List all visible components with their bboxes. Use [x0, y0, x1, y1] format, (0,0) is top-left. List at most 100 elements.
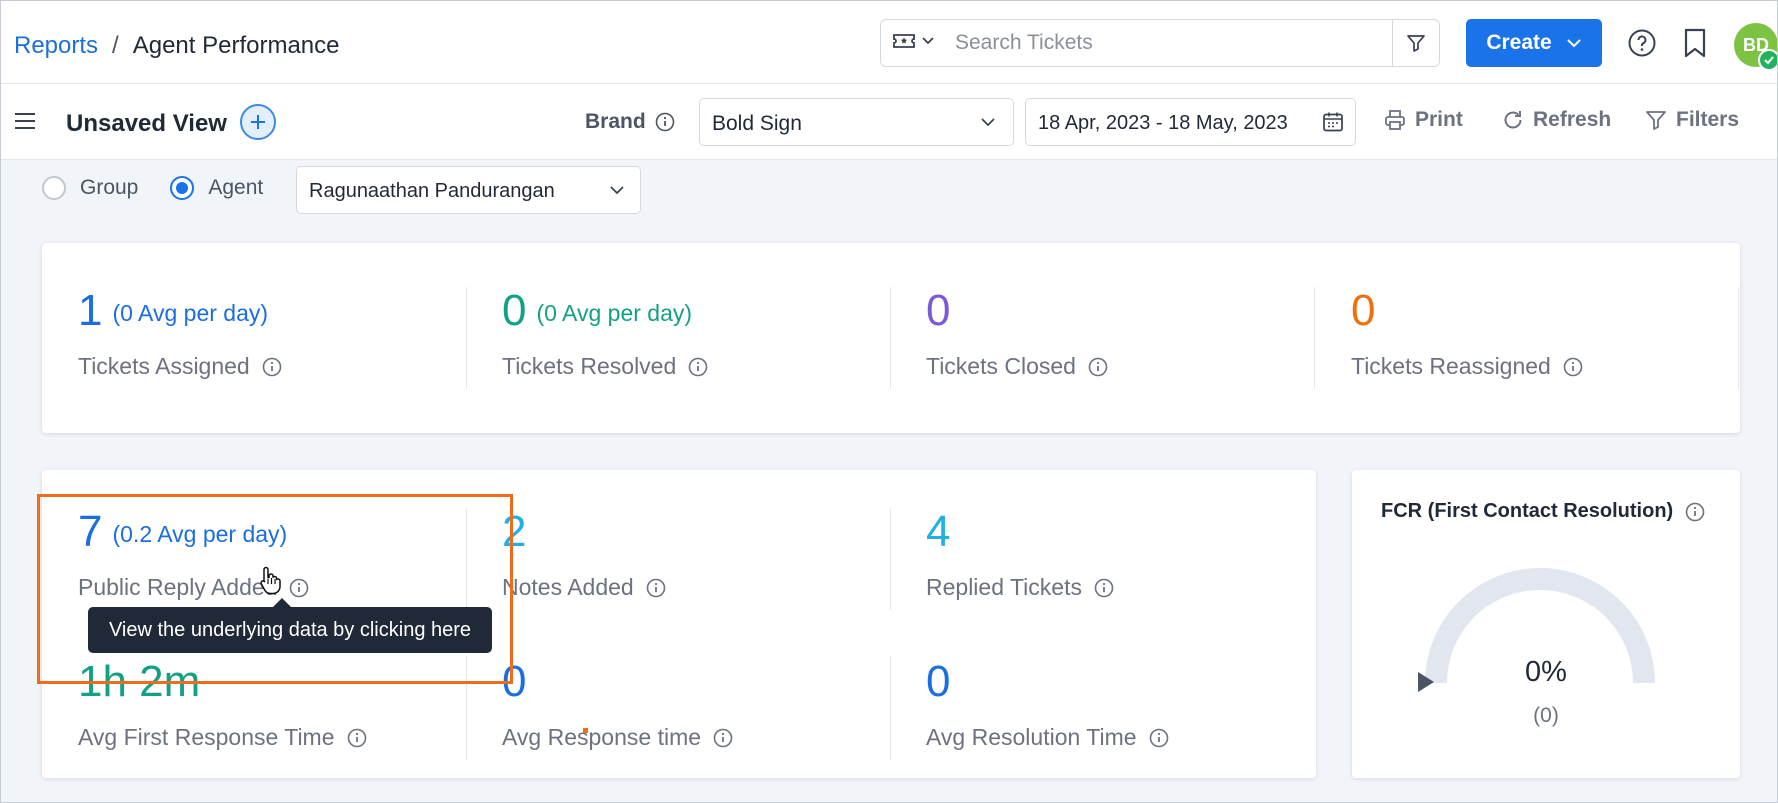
metric-tickets-reassigned[interactable]: 0 Tickets Reassigned — [1351, 289, 1583, 380]
bookmark-button[interactable] — [1683, 28, 1707, 63]
divider — [890, 508, 891, 610]
menu-button[interactable] — [14, 111, 36, 136]
metric-label-row: Tickets Closed — [926, 353, 1108, 380]
create-button-label: Create — [1486, 31, 1552, 54]
metric-value: 4 — [926, 507, 951, 556]
search-divider — [1392, 20, 1393, 66]
refresh-button[interactable]: Refresh — [1502, 108, 1611, 132]
metric-avg-resolution-time[interactable]: 0 Avg Resolution Time — [926, 660, 1169, 751]
metric-avg: (0 Avg per day) — [536, 300, 693, 326]
metric-value: 0 — [1351, 286, 1376, 335]
info-icon[interactable] — [713, 728, 733, 748]
ticket-type-dropdown[interactable] — [893, 32, 935, 50]
print-label: Print — [1415, 108, 1463, 131]
printer-icon — [1385, 110, 1405, 130]
info-icon[interactable] — [1094, 578, 1114, 598]
filters-button[interactable]: Filters — [1645, 108, 1739, 132]
agent-select[interactable]: Ragunaathan Pandurangan — [296, 166, 641, 214]
summary-card: 1 (0 Avg per day) Tickets Assigned 0 (0 Av… — [42, 243, 1740, 433]
top-bar: Reports / Agent Performance Create BD — [0, 0, 1778, 84]
date-range-value: 18 Apr, 2023 - 18 May, 2023 — [1038, 112, 1288, 134]
divider — [1314, 287, 1315, 389]
info-icon[interactable] — [262, 357, 282, 377]
info-icon[interactable] — [1685, 502, 1705, 522]
fcr-gauge: 0% (0) — [1418, 568, 1655, 727]
metric-avg: (0 Avg per day) — [112, 300, 269, 326]
info-icon[interactable] — [1563, 357, 1583, 377]
info-icon[interactable] — [688, 357, 708, 377]
metric-label: Tickets Assigned — [78, 353, 250, 379]
info-icon[interactable] — [1088, 357, 1108, 377]
metric-value: 2 — [502, 507, 527, 556]
view-title: Unsaved View — [66, 110, 227, 137]
metric-value: 0 — [502, 657, 527, 706]
calendar-icon — [1323, 112, 1343, 132]
group-agent-toggle: Group Agent — [42, 176, 263, 200]
agent-radio-label: Agent — [208, 176, 264, 199]
search-input[interactable] — [955, 28, 1335, 58]
info-icon[interactable] — [1149, 728, 1169, 748]
search-filter-button[interactable] — [1406, 33, 1426, 58]
metric-label: Tickets Resolved — [502, 353, 677, 379]
metric-label: Replied Tickets — [926, 574, 1082, 600]
divider — [466, 287, 467, 389]
tooltip-text: View the underlying data by clicking her… — [108, 618, 472, 641]
agent-radio[interactable] — [170, 176, 195, 200]
refresh-label: Refresh — [1533, 108, 1612, 131]
create-button[interactable]: Create — [1466, 19, 1602, 67]
fcr-count: (0) — [1533, 704, 1559, 727]
brand-select[interactable]: Bold Sign — [699, 98, 1014, 146]
metric-label-row: Avg First Response Time — [78, 724, 367, 751]
info-icon[interactable] — [347, 728, 367, 748]
info-icon[interactable] — [289, 578, 309, 598]
metric-avg-first-response-time[interactable]: 1h 2m Avg First Response Time — [78, 660, 367, 751]
metric-tickets-assigned[interactable]: 1 (0 Avg per day) Tickets Assigned — [78, 289, 282, 380]
divider — [890, 656, 891, 760]
metric-value: 0 — [926, 286, 951, 335]
metric-label: Avg Resolution Time — [926, 724, 1137, 750]
metric-tickets-closed[interactable]: 0 Tickets Closed — [926, 289, 1108, 380]
check-icon — [1764, 56, 1774, 65]
metric-avg-response-time[interactable]: 0 Avg Response time — [502, 660, 733, 751]
bookmark-icon — [1684, 28, 1706, 58]
chevron-down-icon — [610, 186, 624, 195]
metric-label-row: Tickets Resolved — [502, 353, 708, 380]
metric-label-row: Avg Resolution Time — [926, 724, 1169, 751]
metric-value: 1h 2m — [78, 657, 201, 706]
metric-label: Avg First Response Time — [78, 724, 335, 750]
breadcrumb-reports-link[interactable]: Reports — [14, 32, 98, 60]
metric-label: Avg Response time — [502, 724, 702, 750]
divider — [466, 508, 467, 610]
metric-tickets-resolved[interactable]: 0 (0 Avg per day) Tickets Resolved — [502, 289, 708, 380]
metric-label-row: Avg Response time — [502, 724, 733, 751]
chevron-down-icon — [922, 37, 934, 45]
metric-label-row: Replied Tickets — [926, 574, 1114, 601]
brand-select-value: Bold Sign — [712, 112, 802, 135]
metric-replied-tickets[interactable]: 4 Replied Tickets — [926, 510, 1114, 601]
plus-icon — [251, 115, 265, 129]
marker-dot — [583, 728, 588, 733]
add-view-button[interactable] — [240, 104, 276, 140]
metric-label: Notes Added — [502, 574, 634, 600]
group-radio-label: Group — [80, 176, 139, 199]
info-icon[interactable] — [646, 578, 666, 598]
brand-info-button[interactable] — [655, 112, 675, 137]
help-button[interactable] — [1627, 28, 1657, 63]
view-bar: Unsaved View Brand Bold Sign 18 Apr, 202… — [0, 84, 1778, 160]
page-title: Agent Performance — [132, 32, 340, 59]
metric-label: Tickets Closed — [926, 353, 1076, 379]
metric-value: 1 — [78, 286, 103, 335]
metric-value: 0 — [926, 657, 951, 706]
fcr-percent: 0% — [1525, 656, 1567, 688]
funnel-icon — [1646, 111, 1666, 130]
brand-label: Brand — [585, 110, 646, 133]
metric-value: 7 — [78, 507, 103, 556]
print-button[interactable]: Print — [1384, 108, 1463, 132]
date-range-picker[interactable]: 18 Apr, 2023 - 18 May, 2023 — [1025, 98, 1356, 146]
metric-value: 0 — [502, 286, 527, 335]
breadcrumb: Reports / Agent Performance — [14, 32, 340, 60]
divider — [1738, 287, 1739, 389]
group-radio[interactable] — [42, 176, 66, 200]
funnel-icon — [1407, 35, 1425, 52]
metric-notes-added[interactable]: 2 Notes Added — [502, 510, 666, 601]
